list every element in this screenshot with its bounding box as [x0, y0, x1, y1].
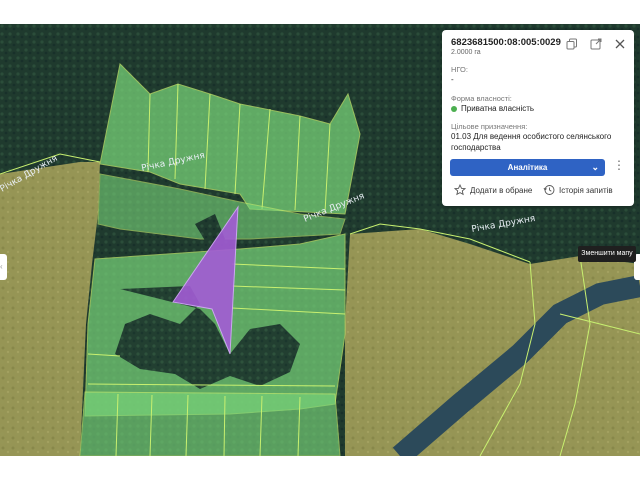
parcel-info-panel: 6823681500:08:005:0029 2.0000 га НГО: - … — [442, 30, 634, 206]
history-icon — [543, 185, 555, 195]
history-label: Історія запитів — [559, 185, 613, 195]
analytics-button[interactable]: Аналітика ⌄ — [450, 159, 605, 176]
analytics-button-label: Аналітика — [507, 163, 548, 172]
close-icon[interactable] — [614, 38, 626, 50]
external-link-icon[interactable] — [590, 38, 602, 50]
favorites-label: Додати в обране — [470, 185, 533, 195]
parcel-strips-bottom[interactable] — [79, 391, 341, 456]
field-right — [345, 229, 640, 456]
purpose-label: Цільове призначення: — [451, 122, 528, 131]
purpose-value-line1: 01.03 Для ведення особистого селянського — [451, 132, 612, 141]
ngo-value: - — [451, 75, 454, 84]
request-history-button[interactable]: Історія запитів — [543, 184, 613, 196]
add-to-favorites-button[interactable]: Додати в обране — [454, 184, 532, 196]
copy-icon[interactable] — [566, 38, 578, 50]
chevron-down-icon: ⌄ — [591, 162, 599, 172]
cadastral-number: 6823681500:08:005:0029 — [451, 37, 561, 48]
zoom-out-tooltip: Зменшити мапу — [578, 246, 636, 262]
ownership-status-dot — [451, 105, 457, 112]
star-icon — [454, 184, 466, 196]
purpose-value-line2: господарства — [451, 143, 501, 152]
ownership-value: Приватна власність — [461, 104, 535, 113]
ownership-value-row: Приватна власність — [451, 104, 534, 113]
ngo-label: НГО: — [451, 65, 468, 74]
ownership-label: Форма власності: — [451, 94, 512, 103]
left-panel-toggle[interactable]: ‹ — [0, 254, 7, 280]
more-options-icon[interactable]: ⋮ — [613, 158, 625, 172]
parcel-area: 2.0000 га — [451, 49, 481, 56]
